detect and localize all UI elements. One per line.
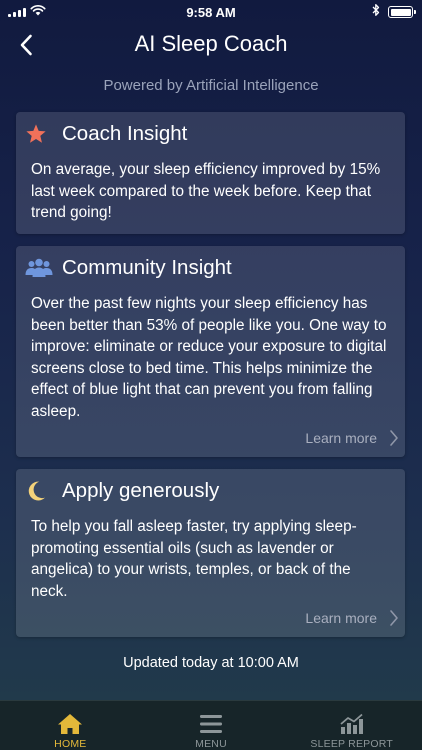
page-subtitle: Powered by Artificial Intelligence bbox=[103, 77, 319, 94]
coach-insight-card: Coach Insight On average, your sleep eff… bbox=[16, 112, 405, 234]
learn-more-link[interactable]: Learn more bbox=[305, 429, 399, 447]
tab-label: SLEEP REPORT bbox=[310, 738, 393, 750]
learn-more-label: Learn more bbox=[305, 430, 377, 446]
learn-more-link[interactable]: Learn more bbox=[305, 609, 399, 627]
tab-home[interactable]: HOME bbox=[0, 701, 141, 750]
tab-bar: HOME MENU SLEEP REPORT bbox=[0, 700, 422, 750]
home-icon bbox=[58, 714, 83, 734]
moon-icon bbox=[25, 477, 55, 505]
tab-label: MENU bbox=[195, 738, 227, 750]
chevron-right-icon bbox=[390, 430, 398, 446]
updated-timestamp: Updated today at 10:00 AM bbox=[123, 655, 299, 671]
nav-bar: AI Sleep Coach bbox=[0, 24, 422, 66]
community-insight-card: Community Insight Over the past few nigh… bbox=[16, 246, 405, 457]
tab-menu[interactable]: MENU bbox=[141, 701, 282, 750]
people-icon bbox=[25, 254, 55, 282]
card-body: On average, your sleep efficiency improv… bbox=[31, 161, 381, 221]
card-title: Coach Insight bbox=[62, 122, 188, 145]
page-title: AI Sleep Coach bbox=[134, 31, 288, 56]
hamburger-menu-icon bbox=[200, 715, 222, 733]
star-icon bbox=[25, 120, 55, 148]
learn-more-label: Learn more bbox=[305, 610, 377, 626]
tab-sleep-report[interactable]: SLEEP REPORT bbox=[281, 701, 422, 750]
status-time: 9:58 AM bbox=[186, 5, 236, 20]
card-body: To help you fall asleep faster, try appl… bbox=[31, 518, 357, 600]
status-bar: 9:58 AM bbox=[0, 0, 422, 24]
card-title: Apply generously bbox=[62, 479, 220, 502]
battery-icon bbox=[388, 6, 416, 18]
card-title: Community Insight bbox=[62, 256, 232, 279]
bar-chart-icon bbox=[340, 713, 363, 734]
bluetooth-icon bbox=[372, 4, 380, 16]
chevron-right-icon bbox=[390, 610, 398, 626]
apply-generously-card: Apply generously To help you fall asleep… bbox=[16, 469, 405, 637]
card-body: Over the past few nights your sleep effi… bbox=[31, 295, 387, 420]
tab-label: HOME bbox=[54, 738, 87, 750]
